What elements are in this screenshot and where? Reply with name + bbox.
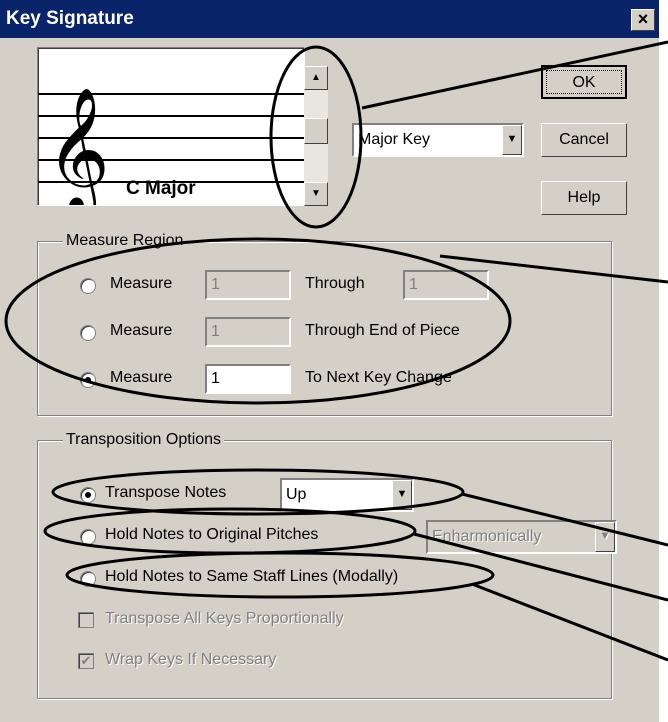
direction-select[interactable]: Up ▼ [280, 478, 414, 512]
measure-end-label: Measure [110, 322, 173, 339]
hold-original-radio[interactable] [80, 529, 96, 545]
dropdown-arrow-icon[interactable]: ▼ [392, 480, 412, 510]
measure-end-from[interactable]: 1 [205, 317, 291, 347]
transpose-notes-radio[interactable] [80, 487, 96, 503]
scroll-thumb[interactable] [304, 118, 328, 144]
next-key-change-label: To Next Key Change [305, 369, 452, 386]
scroll-up-icon[interactable]: ▲ [304, 66, 328, 90]
transposition-title: Transposition Options [63, 431, 225, 449]
transpose-notes-label: Transpose Notes [105, 484, 227, 501]
key-signature-dialog: Key Signature × 𝄞 C Major ▲ ▼ Major Key … [0, 0, 659, 722]
hold-staff-label: Hold Notes to Same Staff Lines (Modally) [105, 568, 399, 585]
key-preview: 𝄞 C Major [37, 47, 305, 217]
through-label: Through [305, 275, 365, 292]
measure-region-title: Measure Region [63, 232, 187, 250]
scroll-down-icon[interactable]: ▼ [304, 182, 328, 206]
wrap-keys-label: Wrap Keys If Necessary [105, 651, 277, 668]
window-title: Key Signature [6, 8, 134, 29]
treble-clef-icon: 𝄞 [46, 87, 110, 205]
measure-range-to[interactable]: 1 [403, 270, 489, 300]
key-mode-value: Major Key [358, 131, 431, 148]
hold-staff-radio[interactable] [80, 571, 96, 587]
measure-next-from[interactable]: 1 [205, 364, 291, 394]
dropdown-arrow-icon[interactable]: ▼ [595, 522, 615, 552]
measure-next-label: Measure [110, 369, 173, 386]
close-icon[interactable]: × [631, 9, 655, 31]
cancel-button[interactable]: Cancel [541, 123, 627, 157]
measure-range-from[interactable]: 1 [205, 270, 291, 300]
enharmonic-select[interactable]: Enharmonically ▼ [426, 520, 617, 554]
ok-button[interactable]: OK [541, 65, 627, 99]
direction-value: Up [286, 486, 307, 503]
transpose-all-label: Transpose All Keys Proportionally [105, 610, 344, 627]
through-end-label: Through End of Piece [305, 322, 460, 339]
key-mode-select[interactable]: Major Key ▼ [352, 123, 524, 157]
dropdown-arrow-icon[interactable]: ▼ [502, 125, 522, 155]
key-name-label: C Major [126, 178, 196, 199]
key-scrollbar[interactable]: ▲ ▼ [304, 66, 328, 206]
help-button[interactable]: Help [541, 181, 627, 215]
measure-range-label: Measure [110, 275, 173, 292]
measure-range-radio[interactable] [80, 278, 96, 294]
enharmonic-value: Enharmonically [432, 528, 542, 545]
measure-end-radio[interactable] [80, 325, 96, 341]
transpose-all-checkbox[interactable] [78, 612, 94, 628]
title-bar: Key Signature × [0, 0, 659, 38]
checkmark-icon[interactable]: ✔ [78, 653, 94, 669]
measure-next-radio[interactable] [80, 372, 96, 388]
hold-original-label: Hold Notes to Original Pitches [105, 526, 319, 543]
